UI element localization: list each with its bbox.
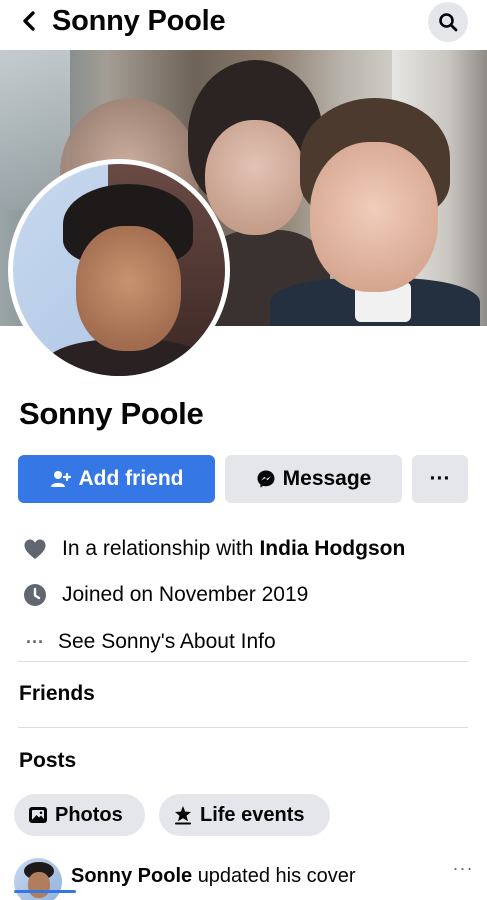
divider: [18, 661, 468, 662]
messenger-icon: [256, 469, 276, 489]
joined-text: Joined on November 2019: [62, 583, 309, 606]
back-button[interactable]: [14, 6, 44, 36]
chevron-left-icon: [23, 11, 35, 31]
divider: [18, 727, 468, 728]
add-friend-label: Add friend: [78, 467, 184, 490]
life-events-chip[interactable]: Life events: [159, 794, 330, 836]
search-icon: [439, 13, 458, 32]
top-bar: Sonny Poole: [0, 0, 487, 44]
life-event-star-icon: [173, 805, 193, 825]
photos-label: Photos: [55, 803, 123, 826]
more-options-button[interactable]: ···: [412, 455, 468, 503]
about-text: See Sonny's About Info: [58, 630, 276, 653]
about-info-link[interactable]: ··· See Sonny's About Info: [22, 626, 276, 658]
posts-section-title: Posts: [19, 749, 77, 772]
add-friend-button[interactable]: Add friend: [18, 455, 215, 503]
profile-avatar[interactable]: [8, 159, 230, 381]
joined-row: Joined on November 2019: [22, 579, 308, 611]
post-headline: Sonny Poole updated his cover: [71, 862, 356, 890]
header-title: Sonny Poole: [52, 5, 226, 37]
heart-icon: [22, 536, 48, 562]
clock-icon: [22, 582, 48, 608]
post-author-name[interactable]: Sonny Poole: [71, 865, 192, 887]
friends-section-title[interactable]: Friends: [19, 680, 95, 708]
message-button[interactable]: Message: [225, 455, 402, 503]
add-person-icon: [50, 470, 72, 488]
message-label: Message: [282, 467, 372, 490]
ellipsis-icon: ···: [26, 631, 44, 652]
relationship-text: In a relationship with: [62, 537, 254, 560]
post-more-options-button[interactable]: ···: [449, 858, 477, 878]
active-indicator: [14, 890, 76, 893]
more-dots-icon: ···: [429, 467, 451, 490]
partner-link[interactable]: India Hodgson: [259, 537, 405, 561]
post-author-avatar[interactable]: [14, 858, 62, 900]
life-events-label: Life events: [200, 803, 305, 826]
relationship-row: In a relationship with India Hodgson: [22, 533, 405, 565]
post-action-text: updated his cover: [197, 865, 356, 887]
profile-name: Sonny Poole: [19, 396, 204, 431]
photos-icon: [28, 806, 48, 824]
photos-chip[interactable]: Photos: [14, 794, 145, 836]
search-button[interactable]: [428, 2, 468, 42]
